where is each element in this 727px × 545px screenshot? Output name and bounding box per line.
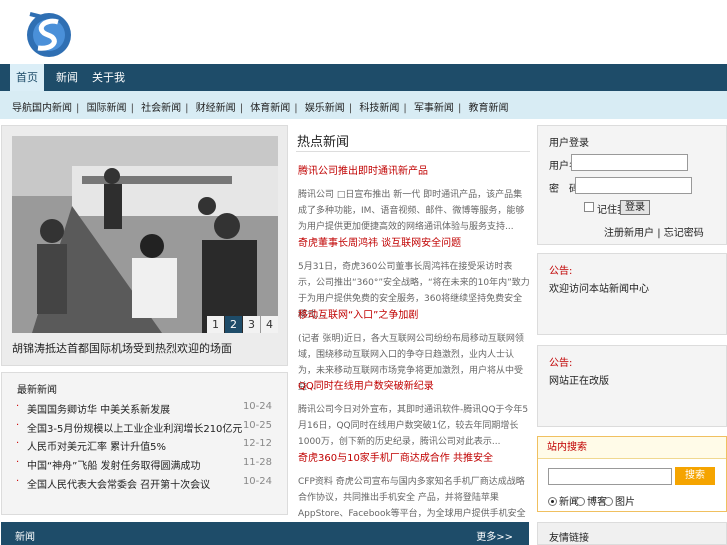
list-item: · 人民币对美元汇率 累计升值5% 12-12: [16, 438, 278, 456]
bullet-icon: ·: [16, 457, 20, 468]
article-title[interactable]: QQ同时在线用户数突破新纪录: [298, 381, 434, 392]
friend-links-panel: 友情链接: [537, 522, 727, 545]
slider-caption[interactable]: 胡锦涛抵达首都国际机场受到热烈欢迎的场面: [12, 340, 232, 356]
news-link[interactable]: 全国3-5月份规模以上工业企业利润增长210亿元: [27, 420, 242, 435]
article-item: QQ同时在线用户数突破新纪录 腾讯公司今日对外宣布，其即时通讯软件-腾讯QQ于今…: [298, 377, 530, 450]
photo-slider: 1 2 3 4 胡锦涛抵达首都国际机场受到热烈欢迎的场面: [1, 125, 288, 366]
article-title[interactable]: 奇虎360与10家手机厂商达成合作 共推安全: [298, 453, 493, 464]
article-summary: 腾讯公司 □日宣布推出 新一代 即时通讯产品，该产品集成了多种功能，IM、语音视…: [298, 190, 525, 232]
nav-about[interactable]: 关于我: [92, 64, 125, 91]
subnav-item[interactable]: 社会新闻: [141, 103, 181, 114]
subnav-item[interactable]: 国内新闻: [32, 103, 72, 114]
sub-nav: 导航: 国内新闻 | 国际新闻 | 社会新闻 | 财经新闻 | 体育新闻 | 娱乐新闻 | …: [0, 91, 727, 119]
forgot-password-link[interactable]: 忘记密码: [664, 228, 704, 239]
search-option-label: 图片: [615, 497, 635, 508]
news-date: 11-28: [242, 457, 272, 468]
article-title[interactable]: 移动互联网“入口”之争加剧: [298, 310, 418, 321]
site-search-panel: 站内搜索 搜索 新闻 博客 图片: [537, 436, 727, 512]
bullet-icon: ·: [16, 401, 20, 412]
latest-news-box: 最新新闻 · 美国国务卿访华 中美关系新发展 10-24 · 全国3-5月份规模…: [1, 372, 288, 515]
news-date: 12-12: [242, 438, 272, 449]
bullet-icon: ·: [16, 476, 20, 487]
section-label: 新闻: [15, 532, 35, 543]
subnav-item[interactable]: 科技新闻: [359, 103, 399, 114]
subnav-items: 国内新闻 | 国际新闻 | 社会新闻 | 财经新闻 | 体育新闻 | 娱乐新闻 | 科技新闻…: [32, 103, 509, 114]
subnav-item[interactable]: 体育新闻: [250, 103, 290, 114]
subnav-item[interactable]: 娱乐新闻: [305, 103, 345, 114]
news-link[interactable]: 中国“神舟”飞船 发射任务取得圆满成功: [27, 457, 201, 472]
slider-pager: 1 2 3 4: [206, 316, 278, 333]
site-logo[interactable]: [24, 8, 74, 60]
article-title[interactable]: 腾讯公司推出即时通讯新产品: [298, 166, 428, 177]
notice-title: 公告:: [549, 358, 573, 369]
subnav-item[interactable]: 军事新闻: [414, 103, 454, 114]
list-item: · 全国人民代表大会常委会 召开第十次会议 10-24: [16, 476, 278, 494]
news-date: 10-24: [242, 401, 272, 412]
login-links: 注册新用户 | 忘记密码: [604, 224, 704, 239]
article-summary: 腾讯公司今日对外宣布，其即时通讯软件-腾讯QQ于今年5月16日，QQ同时在线用户…: [298, 405, 529, 447]
divider: [296, 151, 530, 152]
link-separator: |: [657, 228, 661, 239]
subnav-item[interactable]: 教育新闻: [469, 103, 509, 114]
news-link[interactable]: 人民币对美元汇率 累计升值5%: [27, 438, 166, 453]
nav-news[interactable]: 新闻: [56, 64, 78, 91]
news-date: 10-24: [242, 476, 272, 487]
search-button[interactable]: 搜索: [675, 467, 715, 485]
notice-panel: 公告: 欢迎访问本站新闻中心: [537, 253, 727, 335]
slider-photo[interactable]: 1 2 3 4: [12, 136, 278, 333]
search-option[interactable]: 新闻: [548, 493, 579, 508]
main-nav: 首页 新闻 关于我: [0, 64, 727, 91]
news-date: 10-25: [242, 420, 272, 431]
search-input[interactable]: [548, 468, 672, 485]
notice-panel: 公告: 网站正在改版: [537, 345, 727, 427]
slider-page-4[interactable]: 4: [261, 316, 278, 333]
remember-checkbox[interactable]: [584, 202, 594, 212]
slider-page-1[interactable]: 1: [207, 316, 224, 333]
notice-title: 公告:: [549, 266, 573, 277]
search-option[interactable]: 图片: [604, 493, 635, 508]
register-link[interactable]: 注册新用户: [604, 228, 654, 239]
article-title[interactable]: 奇虎董事长周鸿祎 谈互联网安全问题: [298, 238, 461, 249]
news-link[interactable]: 全国人民代表大会常委会 召开第十次会议: [27, 476, 210, 491]
friend-links-title: 友情链接: [549, 533, 589, 544]
notice-body: 欢迎访问本站新闻中心: [549, 284, 649, 295]
article-item: 腾讯公司推出即时通讯新产品 腾讯公司 □日宣布推出 新一代 即时通讯产品，该产品…: [298, 162, 530, 235]
radio-icon[interactable]: [604, 497, 613, 506]
more-link[interactable]: 更多>>: [476, 528, 513, 543]
slider-page-3[interactable]: 3: [243, 316, 260, 333]
notice-body: 网站正在改版: [549, 376, 609, 387]
list-item: · 全国3-5月份规模以上工业企业利润增长210亿元 10-25: [16, 420, 278, 438]
nav-home[interactable]: 首页: [10, 64, 44, 91]
bullet-icon: ·: [16, 420, 20, 431]
latest-news-title: 最新新闻: [17, 385, 57, 396]
hot-news-title: 热点新闻: [297, 135, 350, 150]
news-link[interactable]: 美国国务卿访华 中美关系新发展: [27, 401, 170, 416]
radio-icon[interactable]: [576, 497, 585, 506]
subnav-item[interactable]: 财经新闻: [196, 103, 236, 114]
site-search-title: 站内搜索: [538, 437, 726, 459]
slider-page-2[interactable]: 2: [225, 316, 242, 333]
search-option[interactable]: 博客: [576, 493, 607, 508]
login-button[interactable]: 登录: [620, 200, 650, 215]
login-title: 用户登录: [549, 138, 589, 149]
list-item: · 中国“神舟”飞船 发射任务取得圆满成功 11-28: [16, 457, 278, 475]
radio-icon[interactable]: [548, 497, 557, 506]
login-panel: 用户登录 用户名: 密 码: 记住我 登录 注册新用户 | 忘记密码: [537, 125, 727, 245]
list-item: · 美国国务卿访华 中美关系新发展 10-24: [16, 401, 278, 419]
password-input[interactable]: [575, 177, 692, 194]
section-bar: 新闻 更多>>: [1, 522, 529, 545]
subnav-item[interactable]: 国际新闻: [87, 103, 127, 114]
bullet-icon: ·: [16, 438, 20, 449]
username-input[interactable]: [571, 154, 688, 171]
